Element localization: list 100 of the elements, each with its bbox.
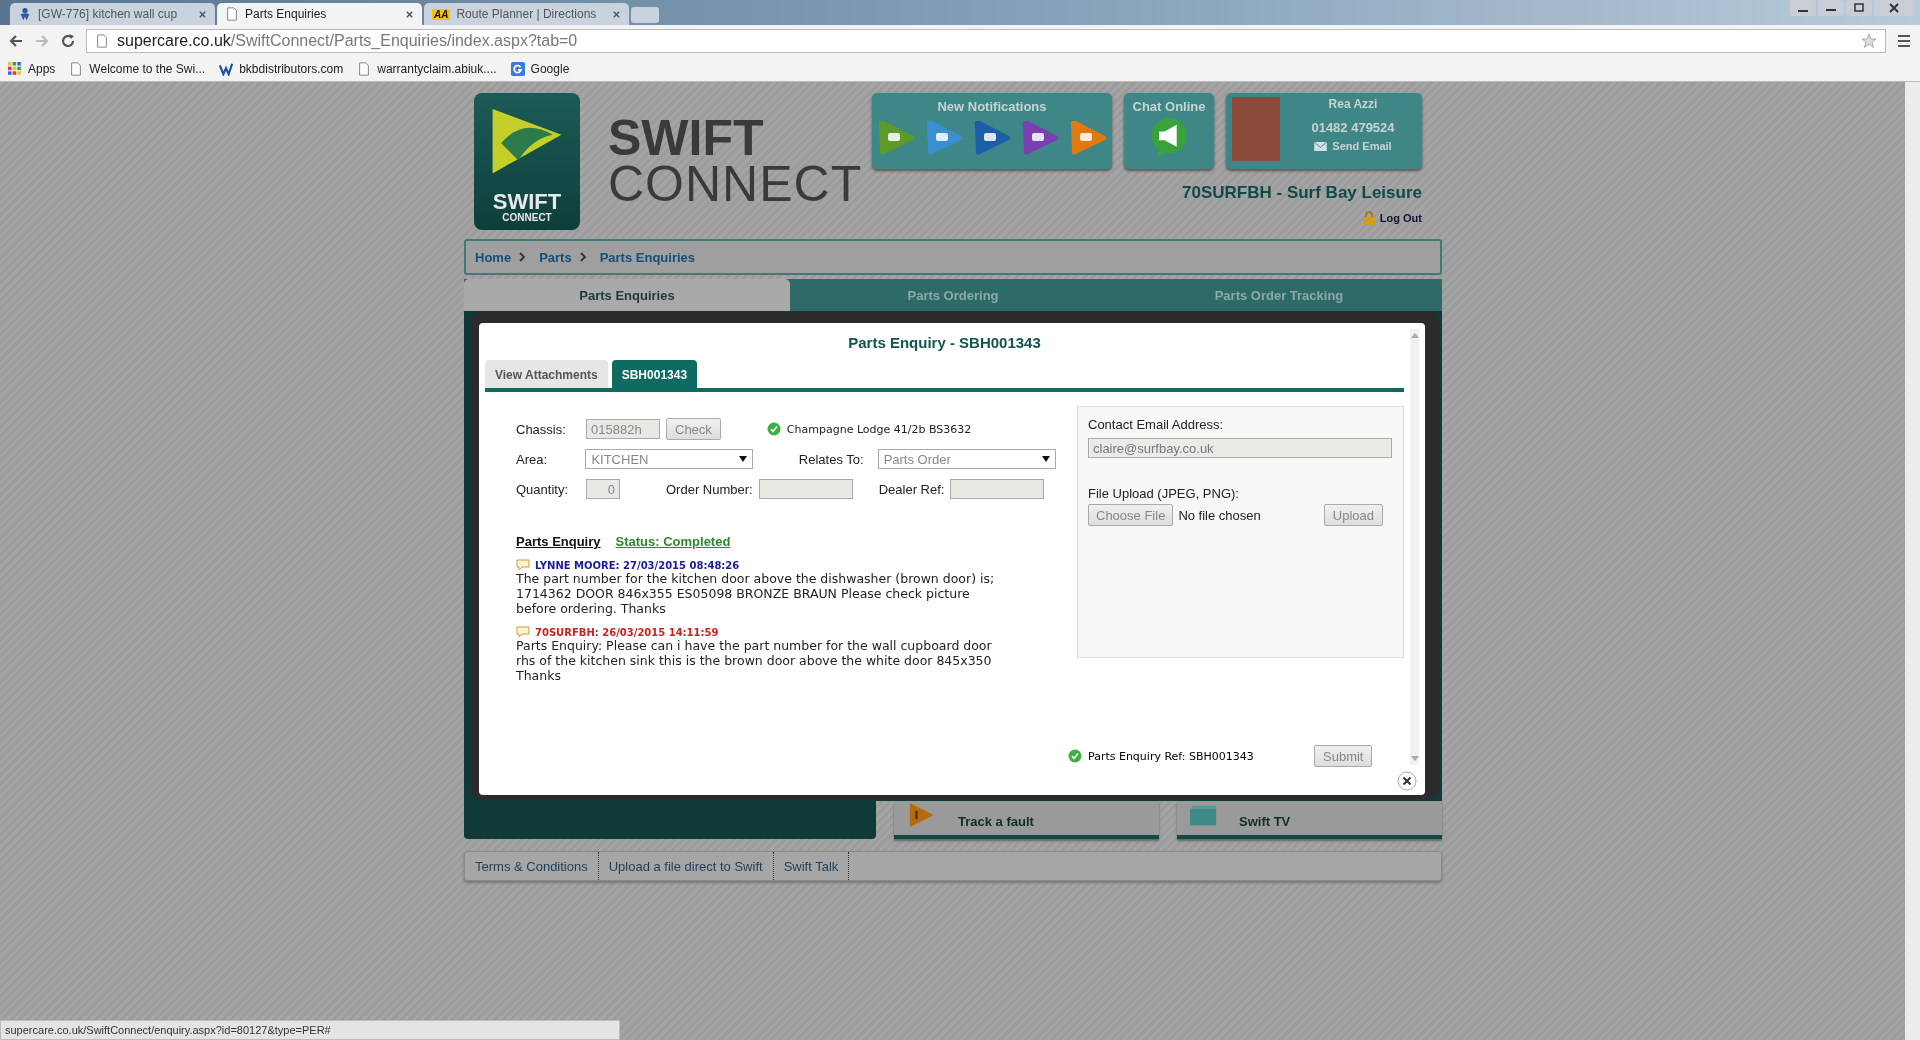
upload-button[interactable]: Upload [1323, 504, 1383, 526]
field-label: Relates To: [798, 451, 864, 467]
submit-button[interactable]: Submit [1314, 745, 1373, 767]
dealer-name: 70SURFBH - Surf Bay Leisure [1182, 183, 1422, 203]
send-email-link[interactable]: Send Email [1314, 140, 1392, 152]
tile-label: Swift TV [1239, 814, 1291, 829]
order-number-field[interactable] [758, 479, 853, 499]
modal-title: Parts Enquiry - SBH001343 [847, 333, 1042, 353]
page-icon [357, 62, 372, 76]
close-icon[interactable] [405, 9, 414, 19]
message-author: 70SURFBH: 26/03/2015 14:11:59 [535, 626, 719, 638]
check-circle-icon [1068, 749, 1082, 763]
footer-link[interactable]: Terms & Conditions [465, 852, 599, 880]
field-label: Order Number: [666, 481, 753, 497]
logout-link[interactable]: Log Out [1362, 211, 1422, 225]
message-author: LYNNE MOORE: 27/03/2015 08:48:26 [535, 559, 740, 571]
chevron-icon [519, 252, 526, 262]
panel-title: New Notifications [937, 99, 1047, 114]
email-field[interactable]: claire@surfbay.co.uk [1088, 438, 1392, 458]
minimize-icon[interactable] [1790, 0, 1816, 16]
bookmark[interactable]: Google [510, 62, 570, 76]
padlock-icon [1362, 211, 1375, 225]
phone-number: 01482 479524 [1311, 120, 1395, 135]
check-button[interactable]: Check [666, 418, 721, 440]
notification-icon[interactable] [1020, 118, 1060, 158]
tab-title: Parts Enquiries [245, 7, 328, 21]
field-label: Chassis: [516, 421, 567, 437]
page-icon [69, 62, 84, 76]
speech-bubble-icon [516, 559, 530, 571]
panel-title: Chat Online [1132, 99, 1206, 114]
browser-tab[interactable]: Parts Enquiries [217, 3, 422, 25]
star-icon[interactable] [1861, 33, 1877, 49]
page-icon [95, 34, 109, 48]
status-link[interactable]: Status: Completed [615, 534, 731, 549]
minimize-icon[interactable] [1818, 0, 1844, 16]
field-label: Area: [516, 451, 549, 467]
section-tab[interactable]: Parts Ordering [790, 279, 1116, 311]
feature-tile[interactable]: Swift TV [1177, 801, 1442, 839]
bookmark-label: Google [530, 62, 570, 76]
message-text: Parts Enquiry: Please can i have the part number for the wall cupboard door rhs of the kitchen sink this is the brown door above the white door 845x350 Thanks [516, 638, 993, 683]
envelope-icon [1314, 141, 1328, 151]
quantity-field[interactable]: 0 [586, 479, 620, 499]
breadcrumb-link[interactable]: Home [475, 249, 512, 265]
browser-tab[interactable]: [GW-776] kitchen wall cup [10, 3, 215, 25]
apps-grid-icon [8, 62, 22, 76]
choose-file-button[interactable]: Choose File [1088, 504, 1174, 526]
area-dropdown[interactable]: KITCHEN [585, 449, 753, 469]
enquiry-reference: Parts Enquiry Ref: SBH001343 [1088, 749, 1255, 763]
field-label: Contact Email Address: [1088, 417, 1225, 432]
chat-panel[interactable]: Chat Online [1124, 93, 1214, 169]
file-status: No file chosen [1178, 507, 1262, 523]
reload-icon[interactable] [60, 33, 76, 49]
footer-link[interactable]: Swift Talk [773, 852, 850, 880]
check-circle-icon [766, 422, 781, 436]
modal-tab[interactable]: SBH001343 [611, 360, 698, 388]
dropdown-arrow-icon [738, 456, 747, 462]
maximize-icon[interactable] [1846, 0, 1872, 16]
close-icon[interactable] [1397, 771, 1417, 791]
status-url: supercare.co.uk/SwiftConnect/enquiry.aspx?id=80127&type=PER# [0, 1020, 620, 1040]
bookmark[interactable]: Apps [8, 62, 56, 76]
notification-icon[interactable] [876, 118, 916, 158]
breadcrumb-link[interactable]: Parts Enquiries [599, 249, 696, 265]
brand-title: CONNECT [608, 161, 863, 207]
modal-tab[interactable]: View Attachments [485, 360, 608, 388]
logo-text: SWIFT [492, 191, 562, 213]
field-label: Dealer Ref: [878, 481, 945, 497]
photo-placeholder [1232, 97, 1280, 161]
section-heading: Parts Enquiry [516, 534, 601, 549]
bookmark-label: bkbdistributors.com [239, 62, 344, 76]
feature-tile[interactable]: Track a fault [894, 801, 1159, 839]
figure-icon [18, 7, 32, 21]
page-scrollbar[interactable] [1905, 82, 1920, 1040]
tile-label: Track a fault [958, 814, 1034, 829]
section-tab[interactable]: Parts Enquiries [464, 279, 790, 311]
chassis-result: Champagne Lodge 41/2b BS3632 [786, 422, 972, 436]
notification-icon[interactable] [924, 118, 964, 158]
dealer-ref-field[interactable] [950, 479, 1045, 499]
chevron-icon [579, 252, 586, 262]
notification-icon[interactable] [972, 118, 1012, 158]
logo-text: CONNECT [502, 213, 552, 223]
input-field[interactable]: 015882h [586, 419, 660, 439]
section-tab[interactable]: Parts Order Tracking [1116, 279, 1442, 311]
page-icon [225, 7, 239, 21]
menu-icon[interactable] [1896, 33, 1912, 49]
back-icon[interactable] [8, 33, 24, 49]
bookmark-label: Apps [28, 62, 56, 76]
relates-to-dropdown[interactable]: Parts Order [877, 449, 1056, 469]
close-icon[interactable] [1874, 0, 1914, 16]
bookmark[interactable]: bkbdistributors.com [219, 62, 344, 76]
speech-bubble-icon [516, 626, 530, 638]
dropdown-arrow-icon [1042, 456, 1050, 462]
notification-icon[interactable] [1068, 118, 1108, 158]
message-text: The part number for the kitchen door above the dishwasher (brown door) is; 1714362 DOOR 846x355 ES05098 BRONZE BRAUN Please check picture before ordering. Thanks [516, 571, 996, 616]
w-logo-icon [219, 62, 234, 76]
address-bar[interactable]: supercare.co.uk/SwiftConnect/Parts_Enquiries/index.aspx?tab=0 [86, 29, 1886, 53]
aa-badge: AA [432, 8, 451, 20]
breadcrumb-link[interactable]: Parts [539, 249, 572, 265]
browser-tab[interactable]: AA Route Planner | Directions [424, 3, 629, 25]
footer-link[interactable]: Upload a file direct to Swift [598, 852, 774, 880]
tab-title: Route Planner | Directions [456, 7, 598, 21]
